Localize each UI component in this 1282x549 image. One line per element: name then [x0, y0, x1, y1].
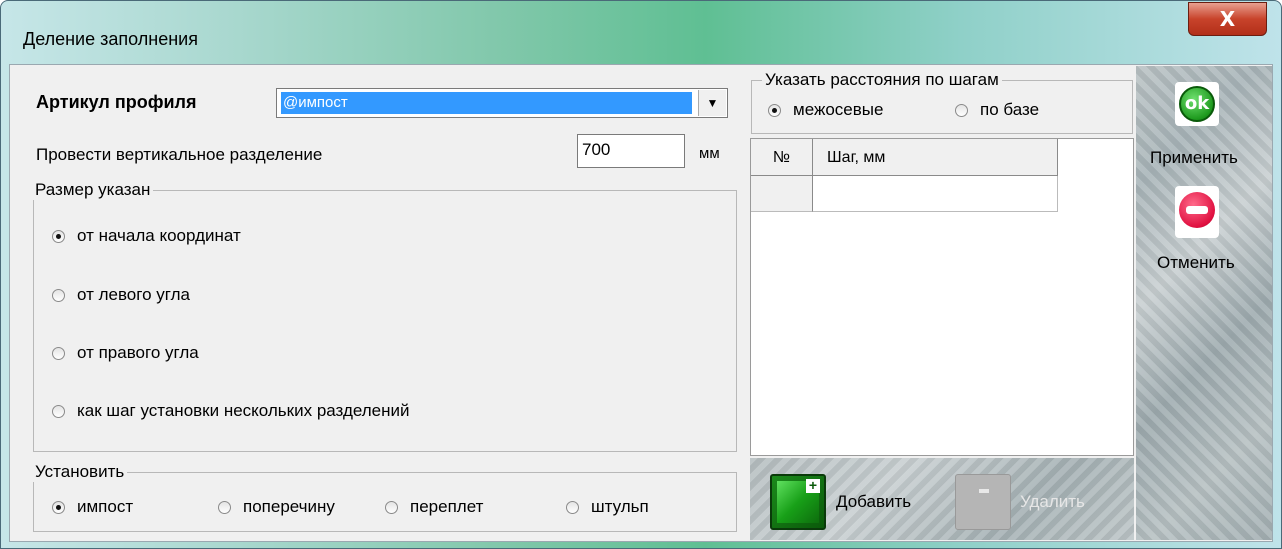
radio-install-impost[interactable]: импост — [52, 497, 133, 517]
radio-dot — [385, 500, 398, 514]
profile-selected-value: @импост — [281, 92, 692, 114]
radio-label: по базе — [980, 100, 1040, 119]
title-bar[interactable]: Деление заполнения X — [1, 1, 1282, 61]
cancel-button[interactable]: Отменить — [1157, 253, 1235, 273]
radio-label: от начала координат — [77, 226, 241, 245]
ok-icon-glyph: ok — [1179, 86, 1215, 122]
radio-label: от правого угла — [77, 343, 199, 362]
radio-label: штульп — [591, 497, 649, 516]
radio-label: межосевые — [793, 100, 884, 119]
radio-axial[interactable]: межосевые — [768, 100, 883, 120]
radio-as-step[interactable]: как шаг установки нескольких разделений — [52, 401, 410, 421]
steps-table[interactable]: № Шаг, мм — [750, 138, 1134, 456]
vertical-split-label: Провести вертикальное разделение — [36, 145, 323, 164]
add-icon[interactable]: + — [770, 474, 826, 530]
radio-dot — [955, 103, 968, 117]
radio-install-crossbar[interactable]: поперечину — [218, 497, 335, 517]
radio-label: импост — [77, 497, 134, 516]
radio-dot — [566, 500, 579, 514]
add-button[interactable]: Добавить — [836, 492, 911, 512]
radio-dot — [52, 404, 65, 418]
profile-combobox[interactable]: @импост ▼ — [276, 88, 728, 118]
ok-icon[interactable]: ok — [1175, 82, 1219, 126]
chevron-down-icon[interactable]: ▼ — [698, 90, 726, 116]
radio-dot — [52, 229, 65, 243]
radio-label: поперечину — [243, 497, 335, 516]
radio-label: от левого угла — [77, 285, 190, 304]
apply-button[interactable]: Применить — [1150, 148, 1238, 168]
vertical-split-input[interactable]: 700 — [577, 134, 685, 168]
radio-dot — [768, 103, 781, 117]
window-title: Деление заполнения — [23, 29, 198, 49]
column-header-step[interactable]: Шаг, мм — [813, 139, 1058, 176]
vertical-split-unit: мм — [699, 145, 720, 162]
radio-dot — [52, 500, 65, 514]
radio-by-base[interactable]: по базе — [955, 100, 1039, 120]
close-icon: X — [1219, 7, 1236, 31]
size-group-title: Размер указан — [32, 180, 154, 200]
profile-label: Артикул профиля — [36, 92, 197, 112]
radio-label: переплет — [410, 497, 484, 516]
cancel-icon[interactable] — [1175, 186, 1219, 238]
delete-icon — [955, 474, 1011, 530]
plus-icon: + — [806, 478, 820, 493]
radio-from-right-corner[interactable]: от правого угла — [52, 343, 199, 363]
radio-install-shtulp[interactable]: штульп — [566, 497, 649, 517]
radio-dot — [52, 346, 65, 360]
radio-dot — [218, 500, 231, 514]
radio-install-sash[interactable]: переплет — [385, 497, 483, 517]
steps-group-title: Указать расстояния по шагам — [762, 70, 1002, 90]
install-group-title: Установить — [32, 462, 128, 482]
radio-from-left-corner[interactable]: от левого угла — [52, 285, 190, 305]
table-cell-step[interactable] — [813, 176, 1058, 212]
close-button[interactable]: X — [1188, 2, 1267, 36]
table-row-header[interactable] — [751, 176, 813, 212]
action-side-panel — [1136, 66, 1272, 540]
radio-dot — [52, 288, 65, 302]
radio-from-origin[interactable]: от начала координат — [52, 226, 241, 246]
radio-label: как шаг установки нескольких разделений — [77, 401, 410, 420]
delete-button: Удалить — [1020, 492, 1085, 511]
column-header-number[interactable]: № — [751, 139, 813, 176]
